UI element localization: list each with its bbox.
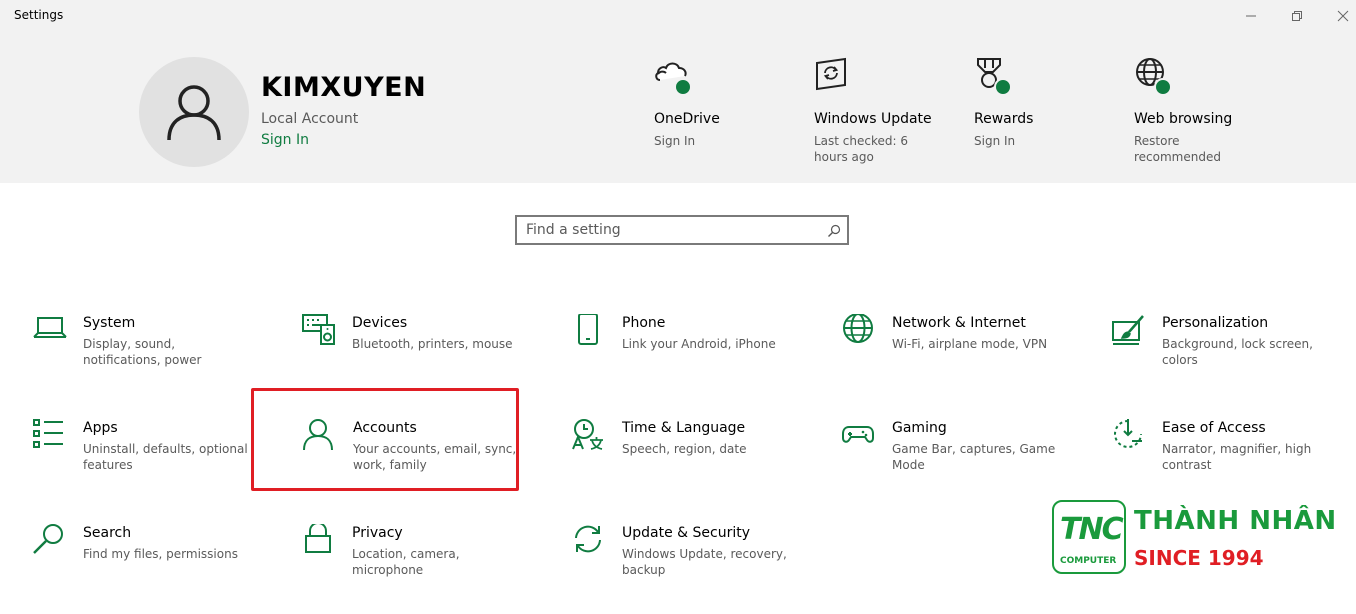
sync-arrows-icon (572, 524, 608, 560)
category-name: Network & Internet (892, 315, 1026, 331)
category-desc: Narrator, magnifier, high contrast (1162, 442, 1312, 472)
tnc-badge-text: TNC (1060, 512, 1124, 547)
category-desc: Background, lock screen, colors (1162, 337, 1313, 367)
search-icon[interactable] (827, 223, 841, 242)
quick-action-windows-update[interactable]: Windows Update Last checked: 6 hours ago (814, 56, 944, 164)
tnc-badge: TNC COMPUTER (1052, 500, 1126, 574)
tnc-since: SINCE 1994 (1134, 546, 1264, 570)
quick-action-label: Windows Update (814, 111, 932, 127)
ease-of-access-icon (1112, 419, 1148, 455)
search-icon (33, 524, 69, 560)
category-search[interactable]: Search Find my files, permissions (33, 524, 283, 614)
category-desc: Windows Update, recovery, backup (622, 547, 787, 577)
quick-action-label: OneDrive (654, 111, 720, 127)
quick-action-label: Web browsing (1134, 111, 1233, 127)
category-name: Devices (352, 315, 408, 331)
category-desc: Speech, region, date (622, 442, 747, 456)
lock-icon (302, 522, 338, 560)
category-ease-of-access[interactable]: Ease of Access Narrator, magnifier, high… (1112, 419, 1356, 509)
accounts-highlight-box (251, 388, 519, 491)
search-input[interactable] (526, 221, 816, 239)
category-name: Privacy (352, 525, 403, 541)
windows-update-icon (814, 56, 856, 98)
category-apps[interactable]: Apps Uninstall, defaults, optional featu… (33, 419, 283, 509)
onedrive-cloud-icon (654, 56, 696, 98)
laptop-icon (33, 314, 69, 350)
category-desc: Bluetooth, printers, mouse (352, 337, 513, 351)
quick-action-label: Rewards (974, 111, 1034, 127)
minimize-icon[interactable] (1228, 0, 1274, 32)
status-dot (1154, 78, 1172, 96)
tnc-brand-name: THÀNH NHÂN (1134, 506, 1337, 536)
category-personalization[interactable]: Personalization Background, lock screen,… (1112, 314, 1356, 404)
sign-in-link[interactable]: Sign In (261, 132, 309, 148)
category-name: Ease of Access (1162, 420, 1266, 436)
category-name: System (83, 315, 136, 331)
quick-action-status: Sign In (974, 134, 1016, 148)
category-desc: Game Bar, captures, Game Mode (892, 442, 1056, 472)
category-name: Phone (622, 315, 666, 331)
quick-action-status: Sign In (654, 134, 696, 148)
category-desc: Display, sound, notifications, power (83, 337, 202, 367)
category-name: Personalization (1162, 315, 1269, 331)
time-language-icon (572, 419, 608, 455)
quick-action-rewards[interactable]: Rewards Sign In (974, 56, 1104, 148)
gamepad-icon (842, 419, 878, 455)
avatar[interactable] (139, 57, 249, 167)
person-icon (167, 85, 221, 141)
globe-icon (1134, 56, 1176, 98)
category-desc: Location, camera, microphone (352, 547, 460, 577)
category-time-language[interactable]: Time & Language Speech, region, date (572, 419, 822, 509)
tnc-badge-sub: COMPUTER (1060, 556, 1117, 566)
window-title: Settings (14, 8, 64, 22)
status-dot (994, 78, 1012, 96)
keyboard-speaker-icon (302, 314, 338, 350)
globe-icon (842, 313, 878, 350)
category-name: Time & Language (622, 420, 746, 436)
category-privacy[interactable]: Privacy Location, camera, microphone (302, 522, 552, 614)
quick-action-web-browsing[interactable]: Web browsing Restore recommended (1134, 56, 1264, 164)
apps-list-icon (33, 419, 69, 455)
phone-icon (572, 313, 608, 350)
category-system[interactable]: System Display, sound, notifications, po… (33, 314, 283, 404)
paint-brush-icon (1112, 314, 1148, 350)
quick-action-status: Restore recommended (1134, 134, 1221, 164)
category-desc: Find my files, permissions (83, 547, 238, 561)
category-name: Gaming (892, 420, 947, 436)
category-name: Apps (83, 420, 118, 436)
account-type: Local Account (261, 111, 359, 127)
category-update-security[interactable]: Update & Security Windows Update, recove… (572, 524, 822, 614)
username: KIMXUYEN (261, 72, 427, 103)
close-icon[interactable] (1320, 0, 1356, 32)
quick-action-status: Last checked: 6 hours ago (814, 134, 909, 164)
quick-action-onedrive[interactable]: OneDrive Sign In (654, 56, 784, 148)
category-desc: Uninstall, defaults, optional features (83, 442, 248, 472)
search-box[interactable] (515, 215, 849, 245)
title-bar: Settings (0, 0, 1356, 32)
category-desc: Link your Android, iPhone (622, 337, 776, 351)
category-name: Update & Security (622, 525, 751, 541)
category-gaming[interactable]: Gaming Game Bar, captures, Game Mode (842, 419, 1092, 509)
category-desc: Wi-Fi, airplane mode, VPN (892, 337, 1048, 351)
rewards-medal-icon (974, 56, 1016, 98)
restore-icon[interactable] (1274, 0, 1320, 32)
category-phone[interactable]: Phone Link your Android, iPhone (572, 313, 822, 404)
category-name: Search (83, 525, 132, 541)
category-network-internet[interactable]: Network & Internet Wi-Fi, airplane mode,… (842, 313, 1092, 404)
tnc-watermark-logo: TNC COMPUTER THÀNH NHÂN SINCE 1994 (1050, 500, 1340, 578)
status-dot (674, 78, 692, 96)
